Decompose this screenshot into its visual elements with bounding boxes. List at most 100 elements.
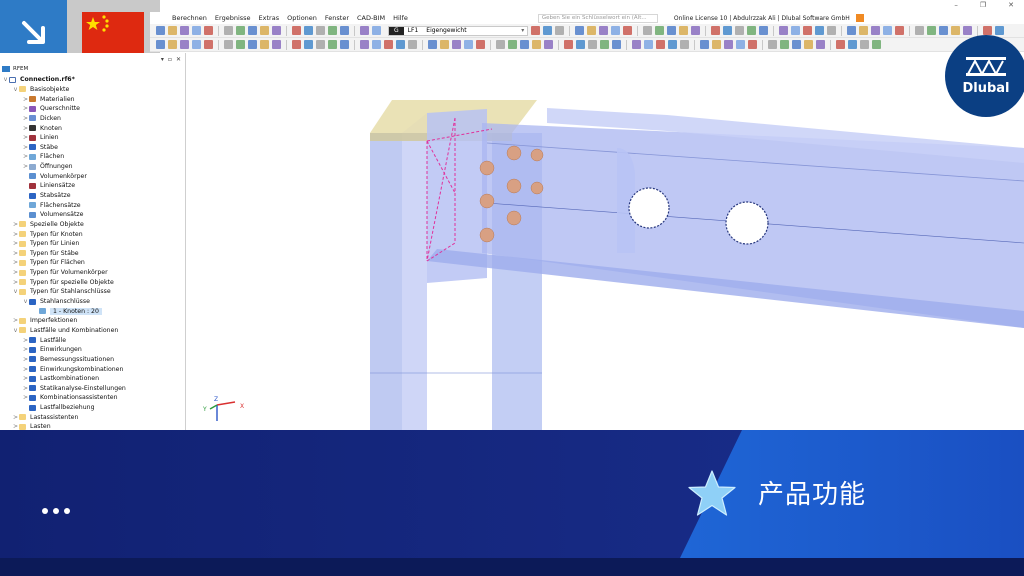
toolbar-tool-icon[interactable] <box>939 26 949 35</box>
toolbar-tool-icon[interactable] <box>564 40 573 49</box>
toolbar-tool-icon[interactable] <box>780 40 789 49</box>
toolbar-tool-icon[interactable] <box>224 26 233 35</box>
toolbar-tool-icon[interactable] <box>531 26 541 35</box>
toolbar-tool-icon[interactable] <box>260 40 269 49</box>
tree-item[interactable]: > Typen für Stäbe <box>0 249 185 259</box>
chevron-right-icon[interactable]: > <box>12 250 19 257</box>
toolbar-tool-icon[interactable] <box>736 40 745 49</box>
toolbar-tool-icon[interactable] <box>860 40 869 49</box>
chevron-right-icon[interactable]: > <box>22 394 29 401</box>
toolbar-tool-icon[interactable] <box>836 40 845 49</box>
chevron-right-icon[interactable]: > <box>12 231 19 238</box>
toolbar-tool-icon[interactable] <box>575 26 585 35</box>
chevron-right-icon[interactable]: > <box>22 125 29 132</box>
toolbar-tool-icon[interactable] <box>156 40 165 49</box>
toolbar-tool-icon[interactable] <box>748 40 757 49</box>
tree-item[interactable]: > Kombinationsassistenten <box>0 393 185 403</box>
chevron-down-icon[interactable]: v <box>22 298 29 305</box>
loadcase-selector[interactable]: G LF1 Eigengewicht ▾ <box>388 25 529 36</box>
toolbar-tool-icon[interactable] <box>328 40 337 49</box>
toolbar-tool-icon[interactable] <box>691 26 701 35</box>
chevron-right-icon[interactable]: > <box>22 337 29 344</box>
toolbar-tool-icon[interactable] <box>656 40 665 49</box>
tree-item[interactable]: > Einwirkungskombinationen <box>0 364 185 374</box>
toolbar-tool-icon[interactable] <box>747 26 757 35</box>
close-icon[interactable]: ✕ <box>1008 1 1014 9</box>
toolbar-tool-icon[interactable] <box>224 40 233 49</box>
tree-file[interactable]: v Connection.rf6* <box>0 75 185 85</box>
toolbar-tool-icon[interactable] <box>408 40 417 49</box>
toolbar-tool-icon[interactable] <box>192 26 201 35</box>
toolbar-tool-icon[interactable] <box>192 40 201 49</box>
tree-item[interactable]: > Typen für spezielle Objekte <box>0 277 185 287</box>
toolbar-tool-icon[interactable] <box>260 26 269 35</box>
toolbar-tool-icon[interactable] <box>680 40 689 49</box>
toolbar-tool-icon[interactable] <box>496 40 505 49</box>
toolbar-tool-icon[interactable] <box>724 40 733 49</box>
toolbar-tool-icon[interactable] <box>520 40 529 49</box>
tree-item[interactable]: > Lasten <box>0 422 185 430</box>
toolbar-tool-icon[interactable] <box>871 26 881 35</box>
toolbar-tool-icon[interactable] <box>340 40 349 49</box>
toolbar-tool-icon[interactable] <box>644 40 653 49</box>
toolbar-tool-icon[interactable] <box>995 26 1005 35</box>
toolbar-tool-icon[interactable] <box>180 26 189 35</box>
chevron-right-icon[interactable]: > <box>22 153 29 160</box>
toolbar-tool-icon[interactable] <box>204 26 213 35</box>
toolbar-tool-icon[interactable] <box>667 26 677 35</box>
toolbar-tool-icon[interactable] <box>340 26 349 35</box>
tree-item[interactable]: > Typen für Linien <box>0 239 185 249</box>
toolbar-tool-icon[interactable] <box>452 40 461 49</box>
maximize-icon[interactable]: ❐ <box>980 1 986 9</box>
toolbar-tool-icon[interactable] <box>883 26 893 35</box>
tree-item[interactable]: Volumenkörper <box>0 171 185 181</box>
close-icon[interactable]: ✕ <box>176 56 181 63</box>
toolbar-tool-icon[interactable] <box>895 26 905 35</box>
toolbar-tool-icon[interactable] <box>292 26 301 35</box>
toolbar-tool-icon[interactable] <box>759 26 769 35</box>
toolbar-tool-icon[interactable] <box>779 26 789 35</box>
pin-icon[interactable]: ▾ <box>161 56 164 63</box>
toolbar-tool-icon[interactable] <box>859 26 869 35</box>
toolbar-tool-icon[interactable] <box>951 26 961 35</box>
toolbar-tool-icon[interactable] <box>248 26 257 35</box>
toolbar-tool-icon[interactable] <box>792 40 801 49</box>
tree-item[interactable]: Stabsätze <box>0 191 185 201</box>
3d-viewport[interactable]: X Y Z <box>187 53 1024 430</box>
toolbar-tool-icon[interactable] <box>700 40 709 49</box>
toolbar-tool-icon[interactable] <box>304 40 313 49</box>
toolbar-tool-icon[interactable] <box>396 40 405 49</box>
toolbar-tool-icon[interactable] <box>428 40 437 49</box>
tree-item[interactable]: > Typen für Volumenkörper <box>0 268 185 278</box>
toolbar-tool-icon[interactable] <box>168 40 177 49</box>
toolbar-tool-icon[interactable] <box>612 40 621 49</box>
toolbar-tool-icon[interactable] <box>544 40 553 49</box>
toolbar-tool-icon[interactable] <box>248 40 257 49</box>
toolbar-tool-icon[interactable] <box>816 40 825 49</box>
chevron-down-icon[interactable]: v <box>12 288 19 295</box>
toolbar-tool-icon[interactable] <box>983 26 993 35</box>
menu-item[interactable]: Hilfe <box>393 14 408 22</box>
toolbar-tool-icon[interactable] <box>655 26 665 35</box>
toolbar-tool-icon[interactable] <box>476 40 485 49</box>
tree-item[interactable]: > Einwirkungen <box>0 345 185 355</box>
tree-item[interactable]: > Lastkombinationen <box>0 374 185 384</box>
chevron-right-icon[interactable]: > <box>22 375 29 382</box>
toolbar-tool-icon[interactable] <box>587 26 597 35</box>
chevron-right-icon[interactable]: > <box>22 115 29 122</box>
toolbar-tool-icon[interactable] <box>204 40 213 49</box>
toolbar-tool-icon[interactable] <box>168 26 177 35</box>
toolbar-tool-icon[interactable] <box>272 26 281 35</box>
tree-item[interactable]: Lastfallbeziehung <box>0 403 185 413</box>
search-input[interactable]: Geben Sie ein Schlüsselwort ein (Alt... <box>537 13 658 23</box>
toolbar-tool-icon[interactable] <box>372 26 381 35</box>
toolbar-tool-icon[interactable] <box>543 26 553 35</box>
toolbar-tool-icon[interactable] <box>927 26 937 35</box>
chevron-right-icon[interactable]: > <box>12 279 19 286</box>
toolbar-tool-icon[interactable] <box>915 26 925 35</box>
chevron-down-icon[interactable]: v <box>12 327 19 334</box>
chevron-right-icon[interactable]: > <box>12 317 19 324</box>
chevron-right-icon[interactable]: > <box>22 134 29 141</box>
toolbar-tool-icon[interactable] <box>384 40 393 49</box>
tree-item[interactable]: > Typen für Knoten <box>0 229 185 239</box>
